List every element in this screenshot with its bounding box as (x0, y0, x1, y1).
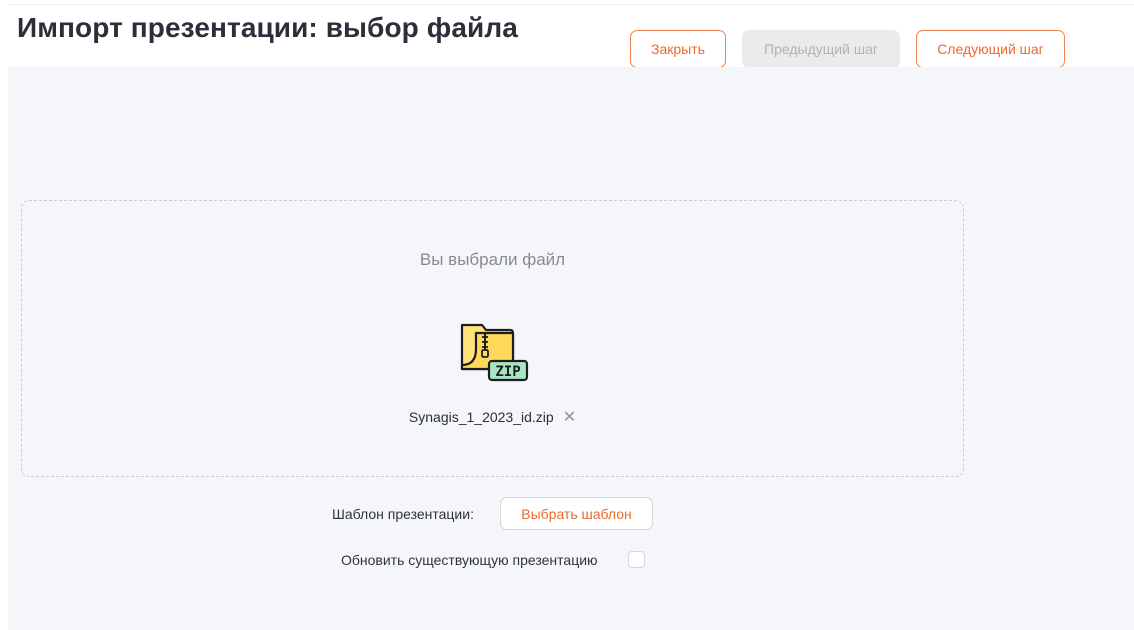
template-label: Шаблон презентации: (332, 506, 474, 522)
file-dropzone[interactable]: Вы выбрали файл ZIP Synagis_1_2023_id.zi… (21, 200, 964, 477)
choose-template-button[interactable]: Выбрать шаблон (500, 497, 653, 530)
page-title: Импорт презентации: выбор файла (17, 12, 518, 43)
dropzone-title: Вы выбрали файл (419, 250, 566, 269)
next-step-button[interactable]: Следующий шаг (916, 30, 1065, 68)
update-presentation-checkbox[interactable] (628, 551, 645, 568)
close-icon[interactable]: ✕ (563, 407, 576, 427)
previous-step-button[interactable]: Предыдущий шаг (742, 30, 900, 68)
close-button[interactable]: Закрыть (630, 30, 726, 68)
selected-file: Synagis_1_2023_id.zip ✕ (22, 407, 963, 427)
filename-text: Synagis_1_2023_id.zip (408, 409, 554, 425)
zip-file-icon: ZIP (460, 323, 529, 382)
zip-badge-text: ZIP (495, 364, 520, 380)
top-divider (8, 4, 1134, 5)
update-presentation-label: Обновить существующую презентацию (341, 552, 598, 568)
